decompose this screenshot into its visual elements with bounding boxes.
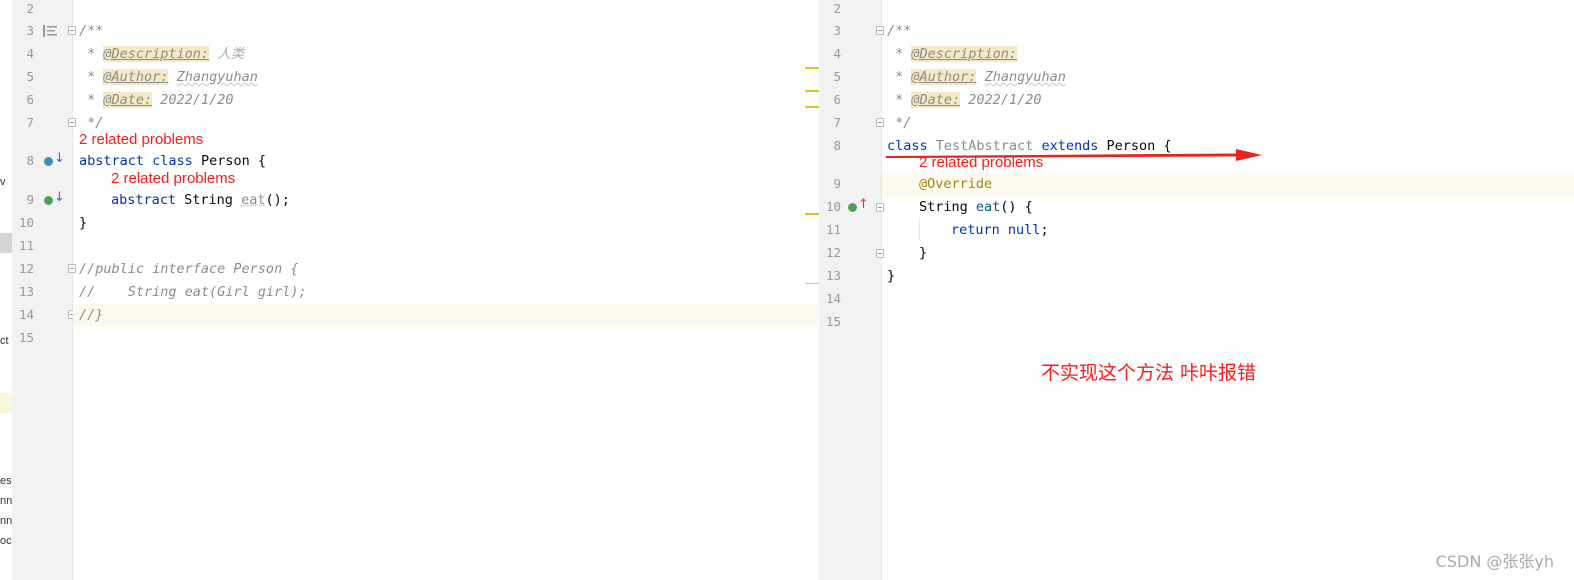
watermark: CSDN @张张yh: [1435, 552, 1554, 571]
line-number: 6: [833, 92, 841, 107]
line-number: 15: [825, 314, 841, 329]
line-number: 3: [26, 23, 34, 38]
code-line: }: [887, 268, 896, 284]
implemented-by-icon[interactable]: ↓: [44, 151, 65, 169]
error-stripe-mark[interactable]: [805, 106, 819, 108]
current-line: //}: [73, 304, 818, 327]
implemented-by-icon[interactable]: ↓: [44, 190, 65, 208]
line-number: 9: [26, 192, 34, 207]
line-number: 14: [825, 291, 841, 306]
code-line: * @Date: 2022/1/20: [887, 92, 1042, 108]
line-number: 12: [18, 261, 34, 276]
left-editor[interactable]: 2 3 4 5 6 7 8 9 10 11 12 13 14 15 ↓ ↓ /*…: [12, 0, 818, 580]
code-line: /**: [887, 23, 912, 39]
code-line: String eat() {: [919, 199, 1033, 215]
implements-method-icon[interactable]: ↑: [848, 197, 869, 215]
panel-text-fragment: ct: [0, 335, 9, 347]
annotation-caption: 不实现这个方法 咔咔报错: [1041, 362, 1257, 384]
line-number: 6: [26, 92, 34, 107]
doc-tag: @Date:: [911, 92, 961, 108]
render-doc-icon[interactable]: [43, 25, 57, 37]
right-code-area[interactable]: /** * @Description: * @Author: Zhangyuha…: [882, 0, 1574, 580]
doc-tag: @Author:: [103, 69, 169, 85]
doc-tag: @Date:: [103, 92, 153, 108]
code-line: return null;: [951, 222, 1049, 238]
panel-text-fragment: oc: [0, 535, 12, 547]
code-line: * @Author: Zhangyuhan: [887, 69, 1066, 85]
left-code-area[interactable]: /** * @Description: 人类 * @Author: Zhangy…: [73, 0, 818, 580]
line-number: 14: [18, 307, 34, 322]
code-line: * @Description: 人类: [79, 46, 245, 62]
error-stripe-mark[interactable]: [805, 213, 819, 215]
line-number: 11: [825, 222, 841, 237]
code-line: */: [887, 115, 912, 131]
code-line: }: [919, 245, 928, 261]
right-editor[interactable]: 2 3 4 5 6 7 8 9 10 11 12 13 14 15 ↑ /** …: [819, 0, 1574, 580]
line-number: 11: [18, 238, 34, 253]
line-number: 15: [18, 330, 34, 345]
line-number: 13: [18, 284, 34, 299]
left-gutter[interactable]: 2 3 4 5 6 7 8 9 10 11 12 13 14 15 ↓ ↓: [12, 0, 76, 580]
line-number: 10: [18, 215, 34, 230]
right-gutter[interactable]: 2 3 4 5 6 7 8 9 10 11 12 13 14 15 ↑: [819, 0, 884, 580]
line-number: 4: [833, 46, 841, 61]
panel-text-fragment: nn: [0, 495, 13, 507]
line-number: 10: [825, 199, 841, 214]
line-number: 5: [833, 69, 841, 84]
panel-selection: [0, 233, 12, 253]
line-number: 7: [26, 115, 34, 130]
panel-text-fragment: v: [0, 176, 6, 188]
code-line: * @Description:: [887, 46, 1018, 62]
line-number: 4: [26, 46, 34, 61]
related-problems-hint[interactable]: 2 related problems: [111, 169, 235, 189]
code-line: // String eat(Girl girl);: [79, 284, 307, 300]
error-stripe-mark[interactable]: [805, 67, 819, 69]
error-stripe-mark[interactable]: [805, 283, 819, 284]
error-stripe-mark[interactable]: [805, 90, 819, 92]
line-number: 8: [26, 153, 34, 168]
code-line: abstract String eat();: [111, 192, 290, 208]
code-line: * @Date: 2022/1/20: [79, 92, 234, 108]
annotation-arrow-icon: [886, 149, 1262, 161]
line-number: 8: [833, 138, 841, 153]
related-problems-hint[interactable]: 2 related problems: [79, 130, 203, 150]
line-number: 7: [833, 115, 841, 130]
code-line: }: [79, 215, 88, 231]
line-number: 13: [825, 268, 841, 283]
doc-tag: @Author:: [911, 69, 977, 85]
line-number: 12: [825, 245, 841, 260]
line-number: 9: [833, 176, 841, 191]
line-number: 5: [26, 69, 34, 84]
code-line: //public interface Person {: [79, 261, 299, 277]
current-line: @Override: [882, 173, 1574, 196]
line-number: 2: [833, 1, 841, 16]
line-number: 3: [833, 23, 841, 38]
panel-text-fragment: nn: [0, 515, 13, 527]
doc-tag: @Description:: [103, 46, 210, 62]
code-line: * @Author: Zhangyuhan: [79, 69, 258, 85]
line-number: 2: [26, 1, 34, 16]
doc-tag: @Description:: [911, 46, 1018, 62]
panel-highlight: [0, 393, 12, 413]
code-line: /**: [79, 23, 104, 39]
